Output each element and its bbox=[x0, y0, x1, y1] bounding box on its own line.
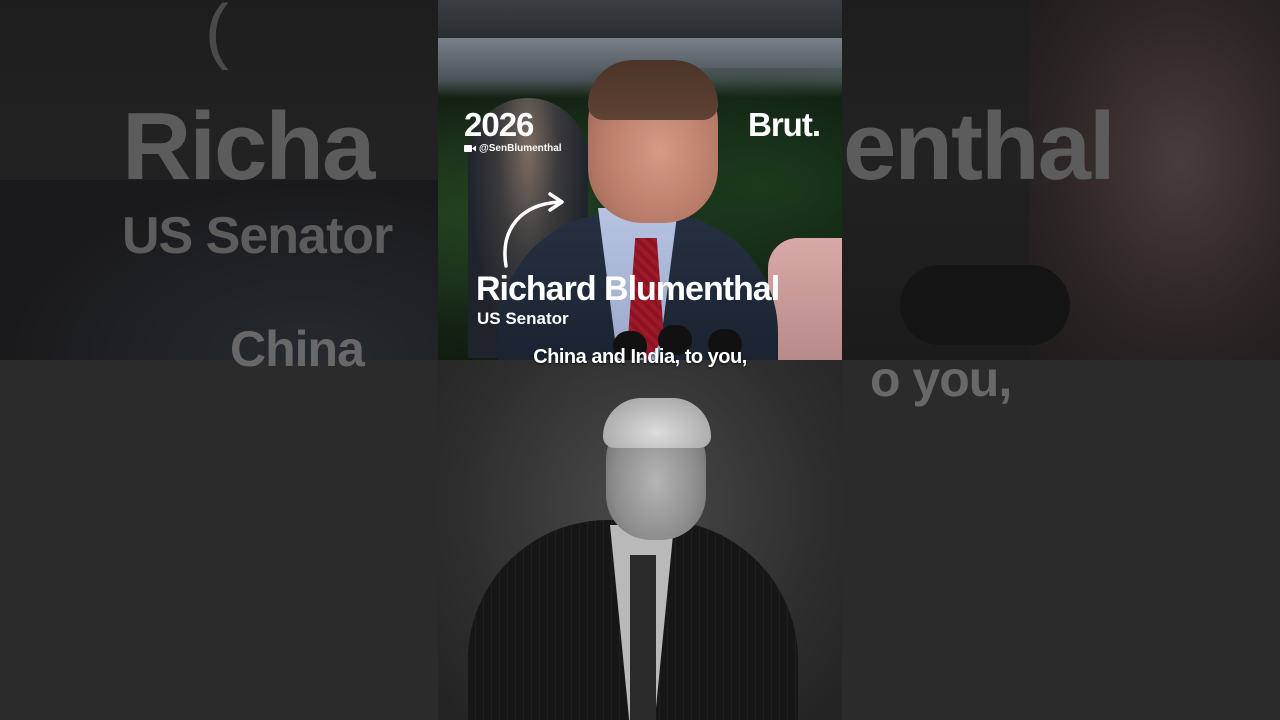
speaker-name: Richard Blumenthal bbox=[476, 270, 780, 308]
speaker-hair bbox=[588, 60, 718, 120]
background-paren: ( bbox=[205, 0, 229, 71]
curved-arrow-icon bbox=[503, 192, 564, 268]
dark-tie bbox=[630, 555, 656, 720]
background-mic-shape bbox=[900, 265, 1070, 345]
background-role-left: US Senator bbox=[122, 207, 393, 265]
video-scene-spokesman bbox=[438, 360, 842, 720]
grey-hair bbox=[603, 398, 711, 448]
source-handle: @SenBlumenthal bbox=[464, 143, 562, 154]
year-logo: 2026 bbox=[464, 106, 534, 143]
brand-logo: Brut. bbox=[748, 106, 821, 143]
speaker-role: US Senator bbox=[477, 309, 569, 328]
previous-frame-strip bbox=[438, 0, 842, 38]
background-name-left: Richa bbox=[122, 93, 375, 200]
video-player[interactable]: 2026 @SenBlumenthal Brut. Richard Blumen… bbox=[438, 0, 842, 720]
caption-subtitle: China and India, to you, bbox=[533, 346, 747, 368]
handle-text: @SenBlumenthal bbox=[479, 143, 562, 154]
video-camera-icon bbox=[464, 145, 476, 152]
background-name-right: enthal bbox=[843, 93, 1114, 200]
background-subtitle-right: o you, bbox=[870, 351, 1012, 407]
background-subtitle-left: China bbox=[230, 321, 365, 377]
